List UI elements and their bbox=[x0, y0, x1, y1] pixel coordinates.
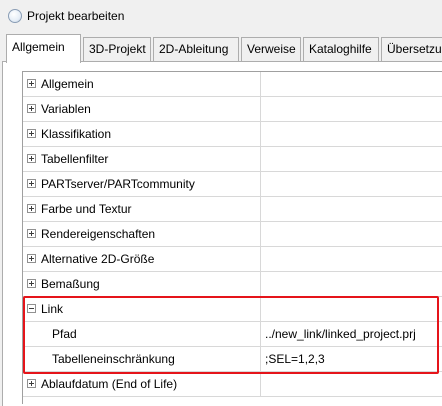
tab-allgemein[interactable]: Allgemein bbox=[6, 34, 81, 63]
category-row-klassifikation[interactable]: Klassifikation bbox=[23, 122, 442, 147]
property-name-cell: Tabelleneinschränkung bbox=[23, 347, 261, 371]
expand-plus-icon[interactable] bbox=[27, 229, 36, 238]
collapse-minus-icon[interactable] bbox=[27, 304, 36, 313]
window-icon bbox=[8, 9, 22, 23]
property-name-cell: Link bbox=[23, 297, 261, 321]
expand-plus-icon[interactable] bbox=[27, 179, 36, 188]
property-name-cell: Tabellenfilter bbox=[23, 147, 261, 171]
property-value-cell bbox=[261, 372, 442, 396]
property-name-cell: Alternative 2D-Größe bbox=[23, 247, 261, 271]
property-value-cell bbox=[261, 122, 442, 146]
tab-uebersetzung[interactable]: Übersetzun bbox=[381, 37, 442, 62]
tab-2d-ableitung[interactable]: 2D-Ableitung bbox=[153, 37, 239, 62]
property-value-cell bbox=[261, 272, 442, 296]
property-value-cell bbox=[261, 297, 442, 321]
property-value-cell bbox=[261, 72, 442, 96]
expand-plus-icon[interactable] bbox=[27, 379, 36, 388]
category-label: Link bbox=[41, 302, 64, 316]
tab-3d-projekt[interactable]: 3D-Projekt bbox=[83, 37, 151, 62]
expand-plus-icon[interactable] bbox=[27, 154, 36, 163]
property-value-cell bbox=[261, 197, 442, 221]
title-bar: Projekt bearbeiten bbox=[0, 0, 442, 32]
property-name-cell: Klassifikation bbox=[23, 122, 261, 146]
tab-strip: Allgemein 3D-Projekt 2D-Ableitung Verwei… bbox=[0, 34, 442, 63]
category-row-link[interactable]: Link bbox=[23, 297, 442, 322]
category-label: Variablen bbox=[41, 102, 91, 116]
property-name-cell: Farbe und Textur bbox=[23, 197, 261, 221]
property-label: Tabelleneinschränkung bbox=[52, 352, 175, 366]
category-label: Ablaufdatum (End of Life) bbox=[41, 377, 178, 391]
category-row-partserver[interactable]: PARTserver/PARTcommunity bbox=[23, 172, 442, 197]
property-name-cell: Ablaufdatum (End of Life) bbox=[23, 372, 261, 396]
property-name-cell: Allgemein bbox=[23, 72, 261, 96]
tabelleneinschraenkung-value-field[interactable]: ;SEL=1,2,3 bbox=[261, 347, 442, 371]
property-grid: Allgemein Variablen Klassifikation Tabel… bbox=[22, 71, 442, 404]
category-row-variablen[interactable]: Variablen bbox=[23, 97, 442, 122]
category-row-bemassung[interactable]: Bemaßung bbox=[23, 272, 442, 297]
property-name-cell: Pfad bbox=[23, 322, 261, 346]
tab-verweise[interactable]: Verweise bbox=[241, 37, 301, 62]
property-value: ;SEL=1,2,3 bbox=[265, 352, 325, 366]
category-row-allgemein[interactable]: Allgemein bbox=[23, 72, 442, 97]
property-name-cell: Bemaßung bbox=[23, 272, 261, 296]
category-label: Alternative 2D-Größe bbox=[41, 252, 155, 266]
property-value-cell bbox=[261, 247, 442, 271]
expand-plus-icon[interactable] bbox=[27, 79, 36, 88]
property-name-cell: Variablen bbox=[23, 97, 261, 121]
property-row-pfad[interactable]: Pfad ../new_link/linked_project.prj bbox=[23, 322, 442, 347]
pfad-value-field[interactable]: ../new_link/linked_project.prj bbox=[261, 322, 442, 346]
expand-plus-icon[interactable] bbox=[27, 104, 36, 113]
category-label: Farbe und Textur bbox=[41, 202, 132, 216]
expand-plus-icon[interactable] bbox=[27, 279, 36, 288]
property-value-cell bbox=[261, 222, 442, 246]
window-title: Projekt bearbeiten bbox=[27, 9, 125, 23]
category-row-farbe-und-textur[interactable]: Farbe und Textur bbox=[23, 197, 442, 222]
category-label: PARTserver/PARTcommunity bbox=[41, 177, 195, 191]
expand-plus-icon[interactable] bbox=[27, 129, 36, 138]
tab-kataloghilfe[interactable]: Kataloghilfe bbox=[303, 37, 379, 62]
property-row-tabelleneinschraenkung[interactable]: Tabelleneinschränkung ;SEL=1,2,3 bbox=[23, 347, 442, 372]
category-label: Tabellenfilter bbox=[41, 152, 109, 166]
category-row-tabellenfilter[interactable]: Tabellenfilter bbox=[23, 147, 442, 172]
category-row-ablaufdatum[interactable]: Ablaufdatum (End of Life) bbox=[23, 372, 442, 397]
expand-plus-icon[interactable] bbox=[27, 204, 36, 213]
property-value-cell bbox=[261, 172, 442, 196]
category-row-alternative-2d-groesse[interactable]: Alternative 2D-Größe bbox=[23, 247, 442, 272]
expand-plus-icon[interactable] bbox=[27, 254, 36, 263]
property-value-cell bbox=[261, 97, 442, 121]
property-name-cell: Rendereigenschaften bbox=[23, 222, 261, 246]
category-label: Bemaßung bbox=[41, 277, 100, 291]
property-label: Pfad bbox=[52, 327, 77, 341]
category-label: Klassifikation bbox=[41, 127, 112, 141]
category-row-rendereigenschaften[interactable]: Rendereigenschaften bbox=[23, 222, 442, 247]
property-name-cell: PARTserver/PARTcommunity bbox=[23, 172, 261, 196]
property-value: ../new_link/linked_project.prj bbox=[265, 327, 416, 341]
category-label: Allgemein bbox=[41, 77, 94, 91]
category-label: Rendereigenschaften bbox=[41, 227, 156, 241]
property-value-cell bbox=[261, 147, 442, 171]
